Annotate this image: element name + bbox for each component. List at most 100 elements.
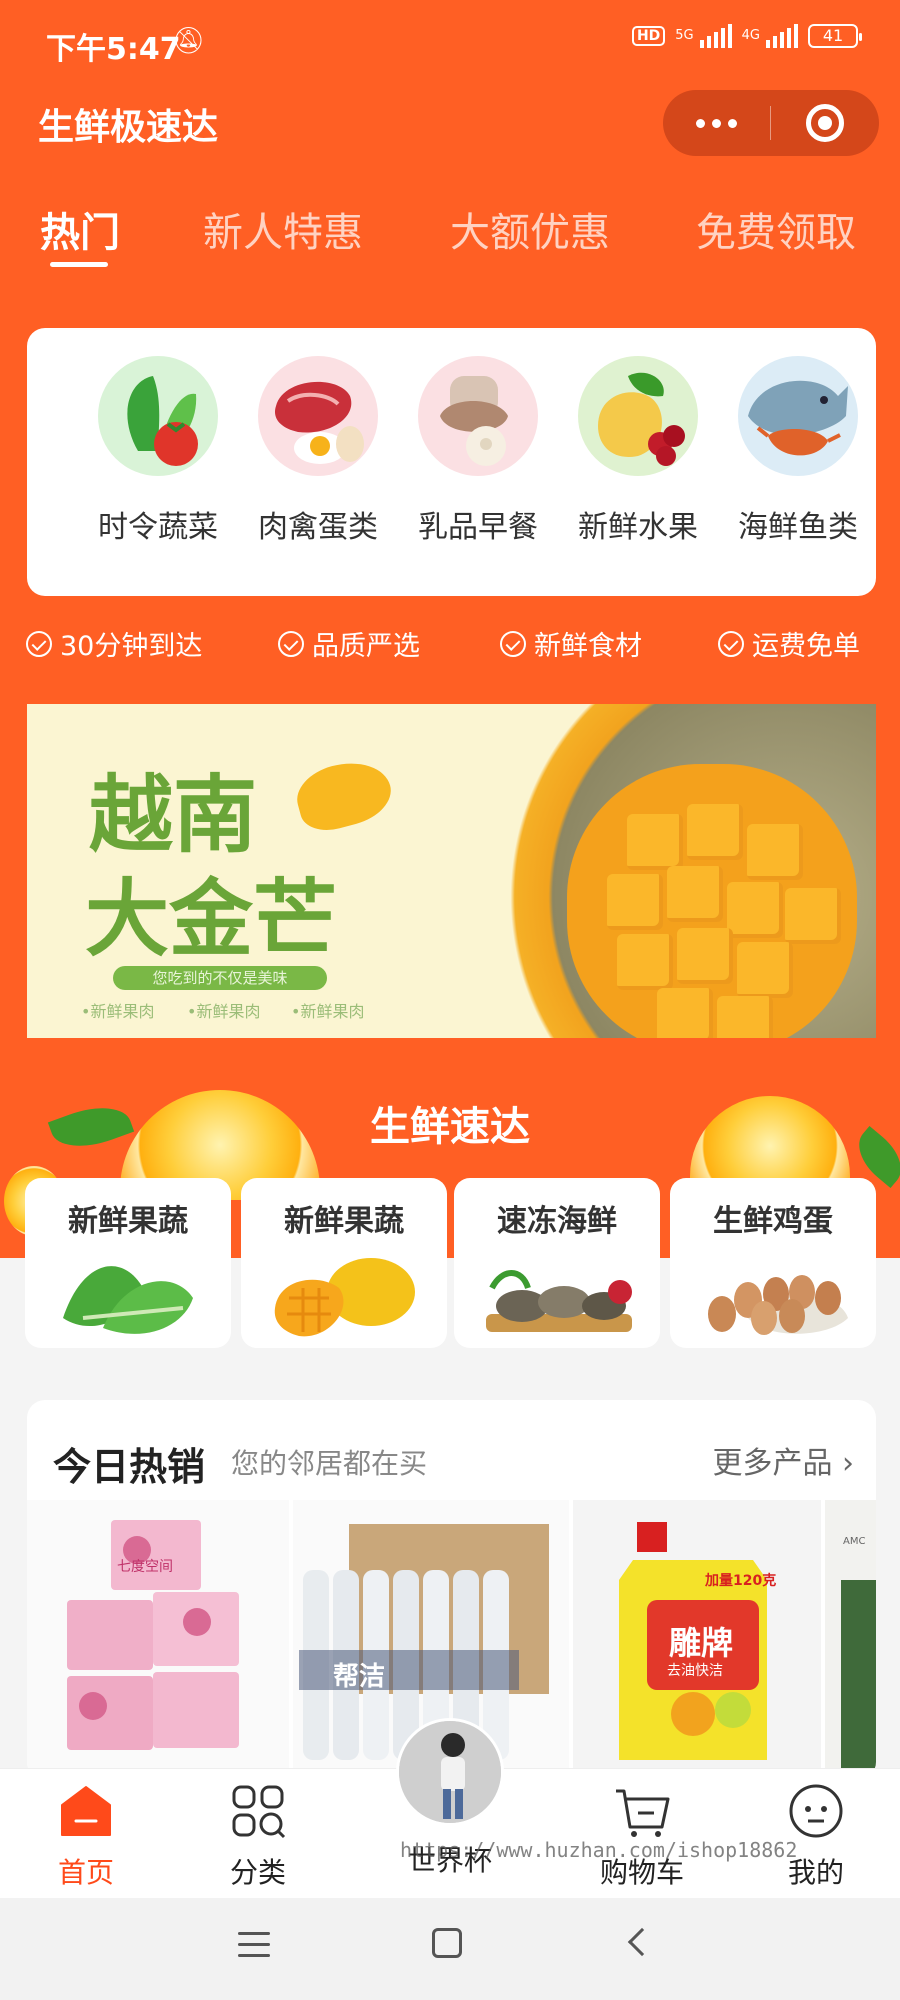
quick-category-label: 生鲜鸡蛋 (713, 1204, 833, 1239)
close-miniprogram-button[interactable] (806, 104, 844, 142)
hot-sales-subtitle: 您的邻居都在买 (231, 1447, 428, 1480)
menu-icon[interactable] (238, 1932, 270, 1965)
system-navigation-bar (0, 1898, 900, 2000)
worldcup-avatar-icon[interactable] (396, 1718, 504, 1826)
check-circle-icon (278, 630, 304, 657)
feature-item: 品质严选 (278, 624, 420, 663)
app-title: 生鲜极速达 (38, 107, 219, 148)
feature-label: 运费免单 (752, 631, 860, 662)
back-icon[interactable] (627, 1927, 657, 1957)
more-products-link[interactable]: 更多产品 › (712, 1438, 854, 1482)
product-brand: 七度空间 (117, 1559, 173, 1575)
promo-banner[interactable]: 越南 大金芒 您吃到的不仅是美味 •新鲜果肉 •新鲜果肉 •新鲜果肉 (27, 704, 876, 1038)
banner-tag: •新鲜果肉 (81, 1002, 155, 1021)
network-5g-label: 5G (675, 28, 694, 43)
quick-category-eggs[interactable]: 生鲜鸡蛋 (670, 1178, 876, 1348)
product-partial[interactable]: AMC (825, 1500, 876, 1780)
category-vegetables[interactable]: 时令蔬菜 (83, 356, 233, 546)
meat-egg-icon (258, 356, 378, 476)
nav-home[interactable]: 首页 (26, 1783, 146, 1891)
tab-new-user[interactable]: 新人特惠 (203, 200, 363, 258)
service-features: 30分钟到达 品质严选 新鲜食材 运费免单 (0, 624, 900, 668)
hot-sales-title: 今日热销 (53, 1445, 206, 1489)
feature-item: 30分钟到达 (26, 624, 202, 663)
cart-icon (614, 1783, 670, 1839)
more-options-button[interactable] (663, 90, 769, 156)
nav-category[interactable]: 分类 (198, 1783, 318, 1891)
category-icon (230, 1783, 286, 1839)
banner-tag: •新鲜果肉 (291, 1002, 365, 1021)
fruit-icon (578, 356, 698, 476)
top-tabs: 热门 新人特惠 大额优惠 免费领取 (0, 200, 900, 270)
vegetable-icon (98, 356, 218, 476)
profile-icon (788, 1783, 844, 1839)
category-label: 新鲜水果 (578, 510, 698, 545)
eggs-icon (688, 1248, 858, 1344)
quick-category-label: 速冻海鲜 (497, 1204, 617, 1239)
home-icon (58, 1783, 114, 1839)
product-brand: AMC (843, 1536, 866, 1547)
banner-slogan: 您吃到的不仅是美味 (113, 966, 327, 990)
quick-category-frozen-seafood[interactable]: 速冻海鲜 (454, 1178, 660, 1348)
network-4g-label: 4G (741, 28, 760, 43)
nav-profile[interactable]: 我的 (756, 1783, 876, 1891)
check-circle-icon (500, 630, 526, 657)
feature-label: 新鲜食材 (534, 631, 642, 662)
category-meat-eggs[interactable]: 肉禽蛋类 (243, 356, 393, 546)
product-tag: 去油快洁 (667, 1663, 723, 1679)
category-seafood[interactable]: 海鲜鱼类 (723, 356, 873, 546)
quick-category-label: 新鲜果蔬 (284, 1204, 404, 1239)
seafood-icon (738, 356, 858, 476)
feature-item: 新鲜食材 (500, 624, 642, 663)
chevron-right-icon: › (832, 1446, 854, 1481)
nav-cart[interactable]: 购物车 (582, 1783, 702, 1891)
check-circle-icon (718, 630, 744, 657)
status-bar: 下午5:47 🔕︎ HD 5G 4G 41 (0, 0, 900, 80)
banner-title-line1: 越南 (89, 765, 258, 864)
product-dish-soap[interactable]: 加量120克 雕牌 去油快洁 (573, 1500, 821, 1780)
feature-item: 运费免单 (718, 624, 860, 663)
active-tab-indicator (50, 262, 108, 267)
product-brand: 雕牌 (669, 1624, 734, 1662)
product-sanitary-pads[interactable]: 七度空间 (27, 1500, 289, 1780)
express-section-title: 生鲜速达 (370, 1104, 530, 1150)
category-label: 海鲜鱼类 (738, 510, 858, 545)
more-products-label: 更多产品 (712, 1446, 833, 1481)
check-circle-icon (26, 630, 52, 657)
product-badge: 加量120克 (705, 1573, 777, 1589)
sanitary-pads-product (67, 1520, 239, 1750)
quick-category-label: 新鲜果蔬 (68, 1204, 188, 1239)
status-time: 下午5:47 (46, 32, 181, 67)
mango-icon (259, 1248, 429, 1344)
tab-free-claim[interactable]: 免费领取 (696, 200, 856, 258)
nav-label: 首页 (57, 1856, 114, 1889)
mango-slice-decor (290, 752, 398, 838)
category-card: 时令蔬菜 肉禽蛋类 乳品早餐 新鲜水果 海鲜鱼类 (27, 328, 876, 596)
watermark-text: https://www.huzhan.com/ishop18862 (400, 1838, 798, 1862)
tab-hot[interactable]: 热门 (40, 200, 120, 258)
greens-icon (43, 1248, 213, 1344)
battery-icon: 41 (808, 24, 862, 48)
mango-image (567, 764, 857, 1038)
banner-tag: •新鲜果肉 (187, 1002, 261, 1021)
nav-label: 分类 (229, 1856, 286, 1889)
category-label: 时令蔬菜 (98, 510, 218, 545)
quick-category-greens[interactable]: 新鲜果蔬 (25, 1178, 231, 1348)
mute-bell-icon: 🔕︎ (172, 26, 206, 56)
hd-icon: HD (631, 26, 666, 46)
category-label: 肉禽蛋类 (258, 510, 378, 545)
feature-label: 品质严选 (312, 631, 420, 662)
clams-icon (472, 1248, 642, 1344)
product-brand: 帮洁 (333, 1662, 386, 1692)
category-breakfast[interactable]: 乳品早餐 (403, 356, 553, 546)
signal-icon-2 (766, 24, 798, 48)
quick-category-mango[interactable]: 新鲜果蔬 (241, 1178, 447, 1348)
category-fruit[interactable]: 新鲜水果 (563, 356, 713, 546)
signal-icon (699, 24, 732, 48)
breakfast-icon (418, 356, 538, 476)
miniprogram-capsule (663, 90, 879, 156)
home-square-icon[interactable] (432, 1928, 462, 1958)
banner-title-line2: 大金芒 (85, 869, 338, 968)
category-label: 乳品早餐 (418, 510, 538, 545)
tab-big-discount[interactable]: 大额优惠 (450, 200, 610, 258)
